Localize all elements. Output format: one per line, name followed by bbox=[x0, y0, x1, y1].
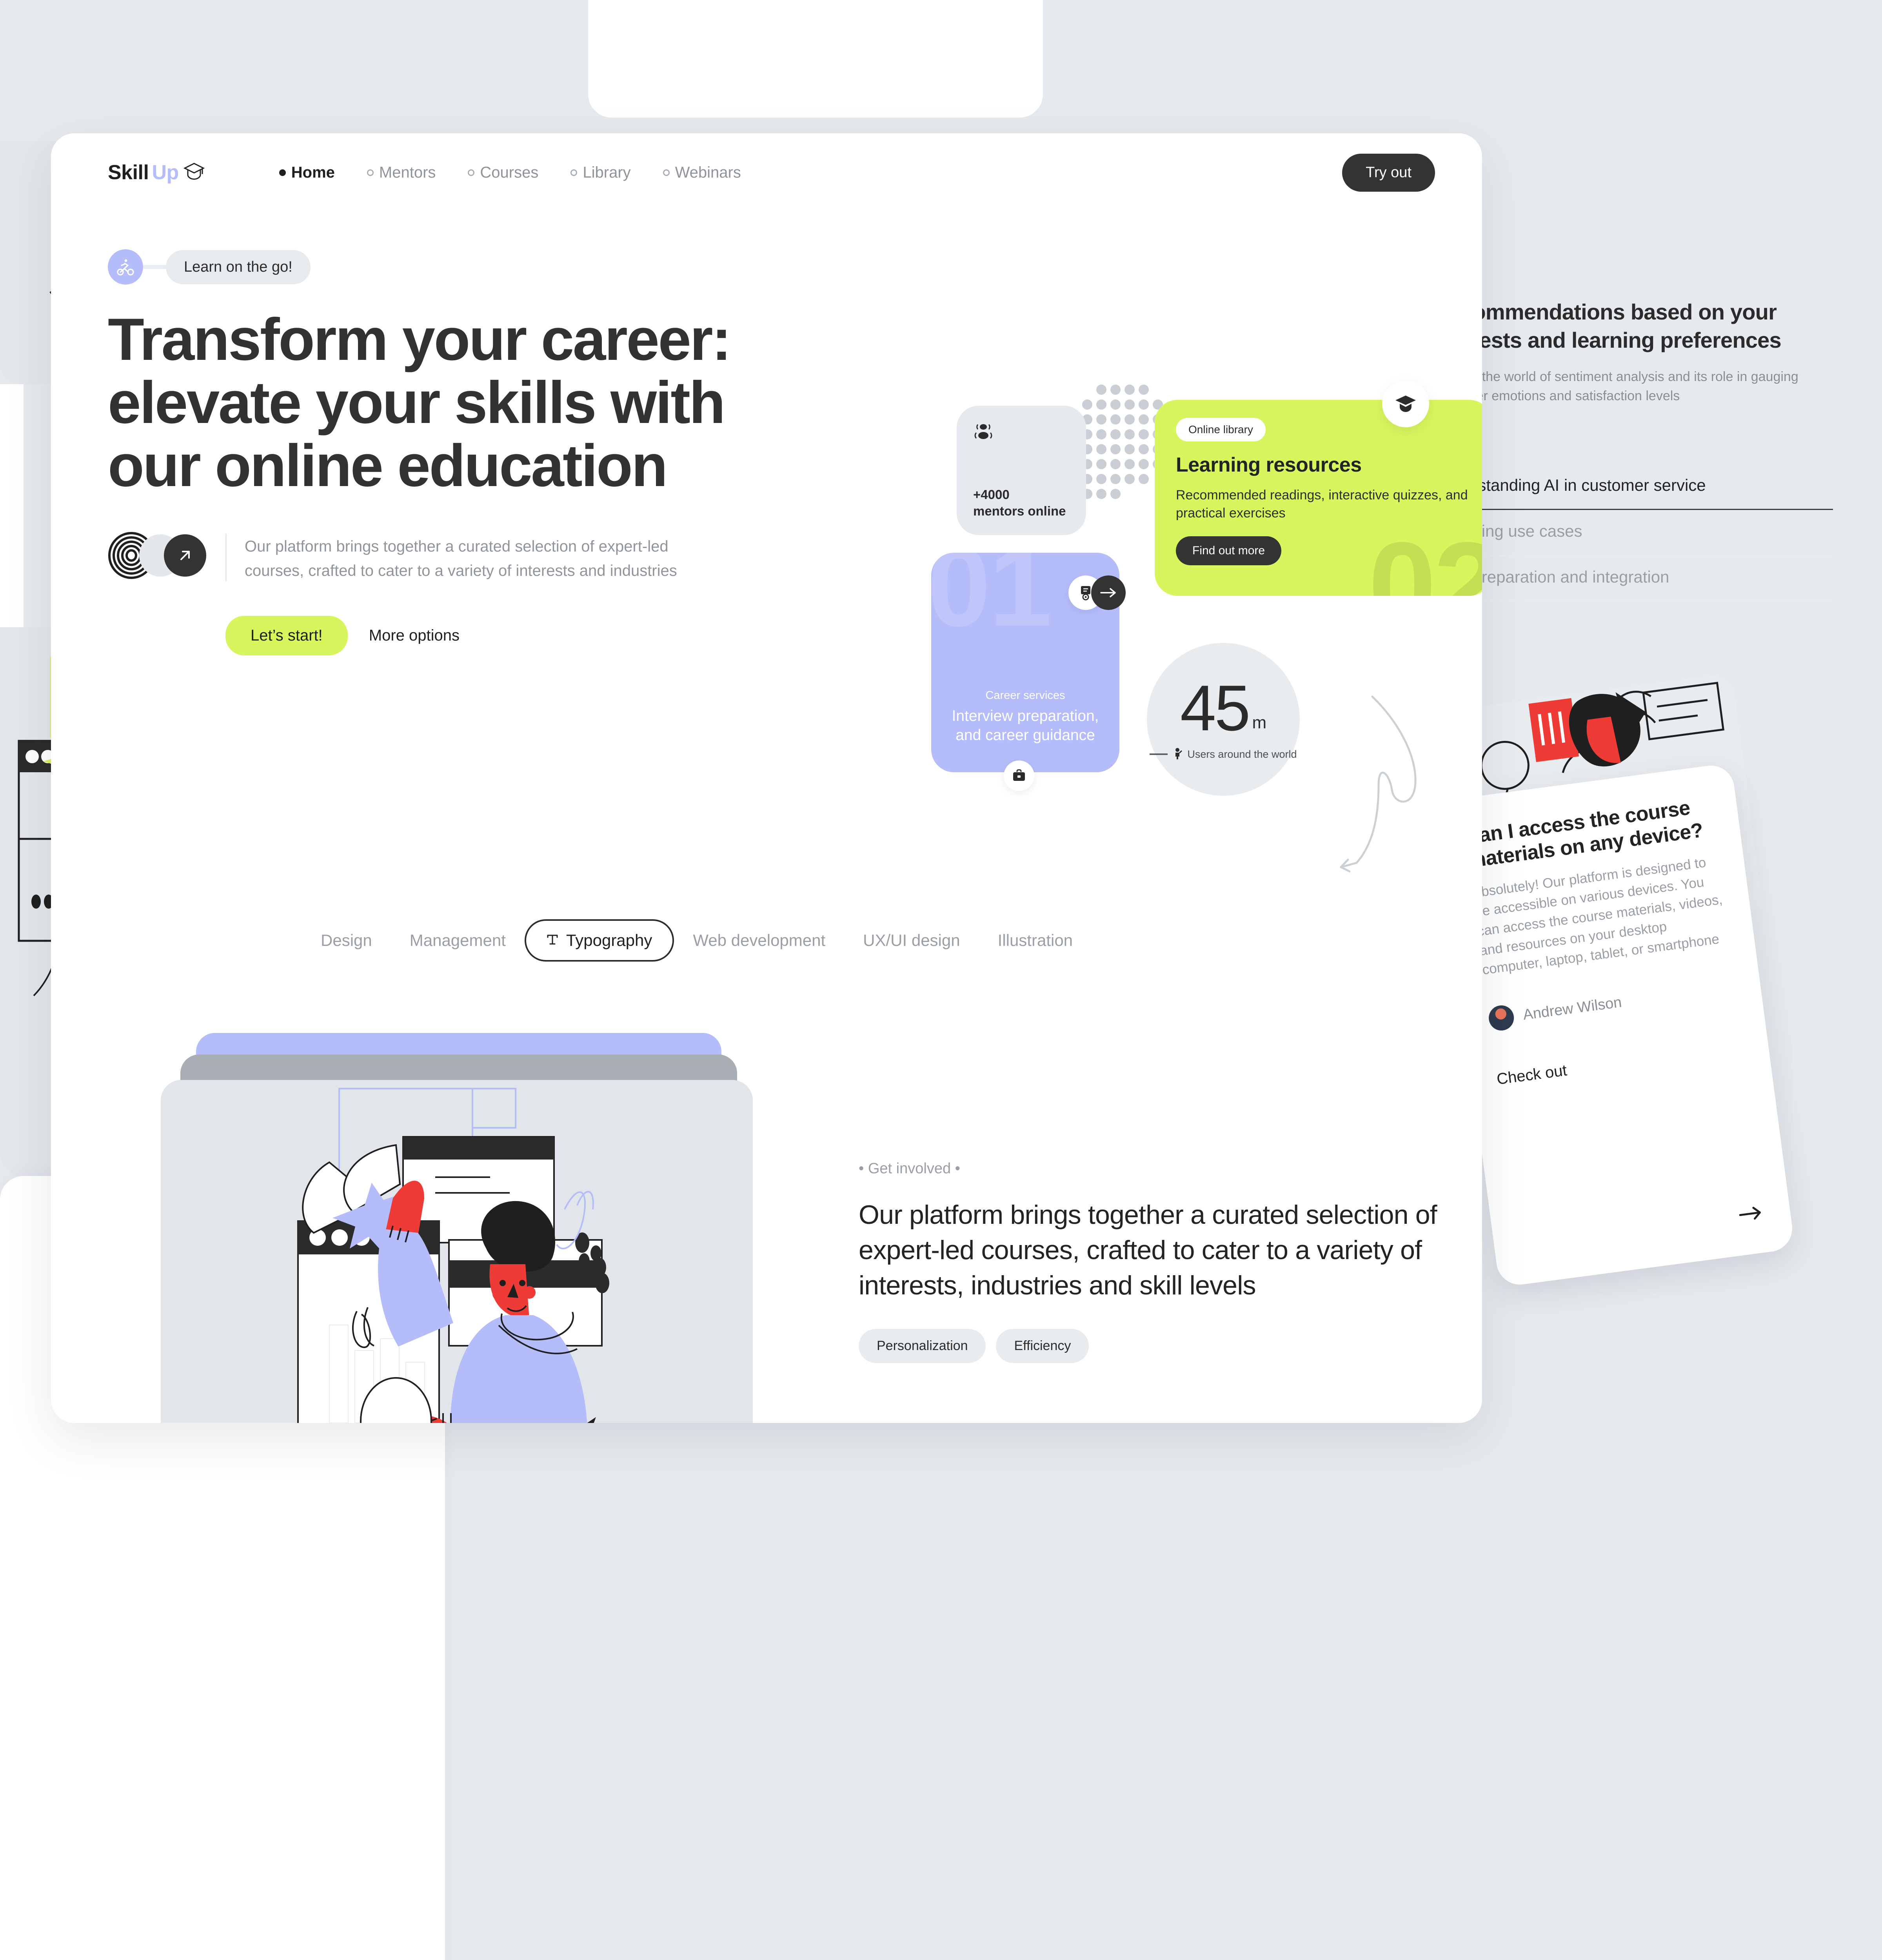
bg-panel-heading: Recommendations based on your interests … bbox=[1433, 299, 1782, 352]
chip-personalization[interactable]: Personalization bbox=[859, 1329, 986, 1363]
hero-badge-label: Learn on the go! bbox=[166, 250, 311, 284]
nav-label: Home bbox=[291, 163, 335, 181]
try-out-button[interactable]: Try out bbox=[1342, 153, 1435, 192]
section-chips: Personalization Efficiency bbox=[859, 1329, 1455, 1363]
tab-web-development[interactable]: Web development bbox=[674, 931, 844, 950]
background-panel-divider bbox=[0, 384, 24, 627]
logo[interactable]: Skill Up bbox=[108, 161, 205, 184]
card-pill-label: Online library bbox=[1176, 418, 1266, 441]
nav-label: Mentors bbox=[379, 163, 436, 181]
nav-dot-icon bbox=[570, 169, 578, 176]
man-presenting-illustration bbox=[297, 1088, 609, 1423]
tab-illustration[interactable]: Illustration bbox=[979, 931, 1092, 950]
header: Skill Up Home Mentors Courses Library We… bbox=[51, 133, 1482, 212]
text-type-icon bbox=[547, 931, 558, 950]
mentors-card[interactable]: +4000 mentors online bbox=[957, 406, 1086, 535]
hero-badge: Learn on the go! bbox=[108, 249, 798, 285]
find-out-more-button[interactable]: Find out more bbox=[1176, 536, 1282, 566]
bg-panel-subtitle: Explore the world of sentiment analysis … bbox=[1433, 369, 1798, 403]
chip-efficiency[interactable]: Efficiency bbox=[996, 1329, 1089, 1363]
section-eyebrow: • Get involved • bbox=[859, 1160, 960, 1177]
tab-label: Typography bbox=[566, 931, 652, 949]
faq-author: Andrew Wilson bbox=[1487, 975, 1738, 1032]
nav-item-courses[interactable]: Courses bbox=[468, 164, 538, 181]
hero-cta-row: Let’s start! More options bbox=[225, 616, 798, 656]
nav-label: Courses bbox=[480, 163, 539, 181]
faq-answer: Absolutely! Our platform is designed to … bbox=[1471, 855, 1724, 978]
main-app-card: Skill Up Home Mentors Courses Library We… bbox=[51, 133, 1482, 1423]
tab-typography[interactable]: Typography bbox=[524, 919, 674, 962]
nav-item-home[interactable]: Home bbox=[279, 164, 335, 181]
mentors-count: +4000 bbox=[973, 487, 1010, 502]
hero-section: Learn on the go! Transform your career: … bbox=[108, 249, 798, 656]
person-raising-hand-icon bbox=[1172, 748, 1183, 761]
users-stat-circle: 45 m Users around the world bbox=[1147, 643, 1300, 796]
more-options-button[interactable]: More options bbox=[369, 627, 460, 644]
nav-item-mentors[interactable]: Mentors bbox=[367, 164, 436, 181]
tab-ux-ui-design[interactable]: UX/UI design bbox=[844, 931, 979, 950]
get-involved-section: • Get involved • Our platform brings tog… bbox=[859, 1160, 1455, 1363]
page-title: Transform your career: elevate your skil… bbox=[108, 306, 732, 499]
logo-text-primary: Skill bbox=[108, 161, 149, 184]
faq-check-out-link[interactable]: Check out bbox=[1496, 1038, 1745, 1089]
badge-connector bbox=[143, 265, 166, 269]
hero-description: Our platform brings together a curated s… bbox=[245, 538, 677, 580]
nav-dot-icon bbox=[663, 169, 670, 176]
nav-label: Webinars bbox=[675, 163, 741, 181]
arrow-up-right-icon[interactable] bbox=[164, 534, 206, 577]
graduation-cap-icon bbox=[183, 162, 205, 183]
avatar bbox=[1487, 1004, 1516, 1032]
illustration-card bbox=[161, 1080, 753, 1423]
card-index-number: 02 bbox=[1368, 517, 1482, 596]
lets-start-button[interactable]: Let’s start! bbox=[225, 616, 348, 656]
learning-resources-card[interactable]: 02 Online library Learning resources Rec… bbox=[1155, 400, 1482, 596]
stat-caption-row: Users around the world bbox=[1150, 748, 1297, 761]
stat-value: 45 m bbox=[1180, 672, 1267, 744]
hero-decoration bbox=[108, 532, 225, 579]
tab-management[interactable]: Management bbox=[391, 931, 525, 950]
stat-unit: m bbox=[1252, 713, 1267, 732]
faq-author-name: Andrew Wilson bbox=[1522, 994, 1623, 1023]
nav-label: Library bbox=[583, 163, 631, 181]
dash-decoration bbox=[1150, 753, 1168, 755]
card-title: Interview preparation, and career guidan… bbox=[952, 708, 1099, 744]
nav-dot-icon bbox=[279, 169, 286, 176]
bg-list-item[interactable]: Data preparation and integration bbox=[1433, 556, 1833, 602]
nav-dot-icon bbox=[468, 169, 475, 176]
arrow-right-icon[interactable] bbox=[1091, 575, 1126, 610]
bg-panel-list: Understanding AI in customer service Eme… bbox=[1433, 464, 1833, 602]
graduation-cap-badge-icon bbox=[1382, 380, 1429, 427]
nav-dot-icon bbox=[367, 169, 374, 176]
nav-item-library[interactable]: Library bbox=[570, 163, 631, 181]
curved-arrow-decoration bbox=[1302, 672, 1435, 917]
tab-design[interactable]: Design bbox=[302, 931, 391, 950]
stat-number: 45 bbox=[1180, 672, 1251, 744]
stat-caption: Users around the world bbox=[1187, 748, 1297, 760]
hero-description-row: Our platform brings together a curated s… bbox=[108, 532, 798, 583]
bg-list-item[interactable]: Understanding AI in customer service bbox=[1433, 464, 1833, 510]
arrow-right-icon[interactable] bbox=[1738, 1205, 1763, 1225]
divider bbox=[225, 534, 227, 582]
users-group-icon bbox=[973, 421, 1070, 444]
nav-item-webinars[interactable]: Webinars bbox=[663, 164, 741, 181]
card-title: Learning resources bbox=[1176, 454, 1362, 476]
cyclist-icon bbox=[108, 249, 143, 285]
card-label: Career services bbox=[985, 689, 1065, 702]
card-index-number: 01 bbox=[931, 553, 1052, 650]
illustration-card-stack bbox=[161, 1033, 765, 1423]
category-tabs: Design Management Typography Web develop… bbox=[302, 919, 1092, 962]
faq-card[interactable]: Can I access the course materials on any… bbox=[1435, 762, 1795, 1288]
mentors-label: mentors online bbox=[973, 503, 1066, 518]
bg-list-item[interactable]: Emerging use cases bbox=[1433, 510, 1833, 556]
navigation: Home Mentors Courses Library Webinars bbox=[279, 164, 741, 181]
section-title: Our platform brings together a curated s… bbox=[859, 1200, 1437, 1300]
background-gap bbox=[0, 0, 12, 141]
briefcase-icon bbox=[1004, 760, 1034, 791]
background-panel-top-left bbox=[588, 0, 1043, 118]
logo-text-secondary: Up bbox=[152, 161, 179, 184]
